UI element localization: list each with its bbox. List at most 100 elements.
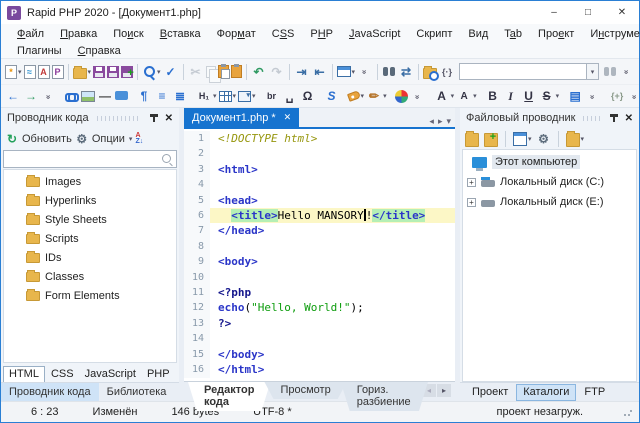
save-button[interactable] bbox=[92, 62, 106, 82]
menu-плагины[interactable]: Плагины bbox=[9, 45, 70, 57]
menu-вид[interactable]: Вид bbox=[460, 28, 496, 40]
menu-проект[interactable]: Проект bbox=[530, 28, 582, 40]
insert-paragraph-button[interactable]: ¶ bbox=[135, 86, 153, 106]
lang-tab-css[interactable]: CSS bbox=[46, 367, 79, 382]
bold-button[interactable]: B bbox=[484, 86, 502, 106]
special-character-button[interactable]: Ω bbox=[299, 86, 317, 106]
pin-icon[interactable] bbox=[609, 113, 619, 123]
menu-правка[interactable]: Правка bbox=[52, 28, 105, 40]
chevron-down-icon[interactable]: ▾ bbox=[252, 92, 256, 100]
toolbar-overflow-button[interactable] bbox=[40, 86, 58, 106]
toolbar-overflow-button[interactable] bbox=[409, 86, 427, 106]
toolbar-overflow-button[interactable] bbox=[626, 86, 640, 106]
panel-tab[interactable]: Проводник кода bbox=[1, 383, 99, 401]
font-button[interactable]: A▾ bbox=[433, 86, 456, 106]
tree-item-scripts[interactable]: Scripts bbox=[4, 229, 176, 248]
menu-файл[interactable]: Файл bbox=[9, 28, 52, 40]
tab-scroll-left-icon[interactable]: ◂ bbox=[429, 116, 434, 127]
explorer-tab-ftp[interactable]: FTP bbox=[578, 385, 611, 400]
new-php-document-button[interactable]: P bbox=[51, 62, 65, 82]
lang-tab-php[interactable]: PHP bbox=[142, 367, 175, 382]
insert-table-button[interactable]: ▾ bbox=[218, 86, 238, 106]
tab-close-icon[interactable]: ✕ bbox=[284, 112, 292, 123]
find-in-files-button[interactable] bbox=[381, 62, 397, 82]
chevron-down-icon[interactable]: ▾ bbox=[18, 68, 22, 76]
panel-tab[interactable]: Библиотека bbox=[99, 383, 175, 401]
heading-button[interactable]: H₁▾ bbox=[195, 86, 218, 106]
tree-item-hyperlinks[interactable]: Hyperlinks bbox=[4, 191, 176, 210]
new-document-button[interactable]: *▾ bbox=[4, 62, 23, 82]
insert-link-button[interactable] bbox=[64, 86, 80, 106]
view-tab--[interactable]: Просмотр bbox=[264, 382, 346, 399]
navigate-back-button[interactable]: ← bbox=[4, 86, 22, 106]
tab-scroll-right-icon[interactable]: ▸ bbox=[438, 116, 443, 127]
save-all-button[interactable] bbox=[120, 62, 134, 82]
tree-item-images[interactable]: Images bbox=[4, 172, 176, 191]
toolbar-overflow-button[interactable] bbox=[584, 86, 602, 106]
strikethrough-button[interactable]: S▾ bbox=[538, 86, 561, 106]
chevron-down-icon[interactable]: ▾ bbox=[129, 135, 133, 143]
minimize-button[interactable]: – bbox=[537, 1, 571, 24]
chevron-down-icon[interactable]: ▾ bbox=[233, 92, 237, 100]
folder-menu-button[interactable]: ▾ bbox=[565, 129, 586, 149]
address-combobox[interactable] bbox=[459, 63, 587, 80]
color-picker-button[interactable] bbox=[394, 86, 409, 106]
chevron-down-icon[interactable]: ▾ bbox=[352, 68, 356, 76]
chevron-down-icon[interactable]: ▾ bbox=[528, 135, 532, 143]
new-folder-button[interactable] bbox=[483, 129, 499, 149]
menu-tab[interactable]: Tab bbox=[496, 28, 530, 40]
chevron-down-icon[interactable]: ▾ bbox=[88, 68, 92, 76]
open-folder-button[interactable] bbox=[464, 129, 480, 149]
insert-form-button[interactable]: ▾ bbox=[237, 86, 257, 106]
pin-icon[interactable] bbox=[149, 113, 159, 123]
chevron-down-icon[interactable]: ▾ bbox=[581, 135, 585, 143]
bullet-list-button[interactable]: ≡ bbox=[153, 86, 171, 106]
maximize-button[interactable]: □ bbox=[571, 1, 605, 24]
chevron-down-icon[interactable]: ▾ bbox=[556, 92, 560, 100]
options-button[interactable]: Опции bbox=[92, 133, 125, 145]
navigate-forward-button[interactable]: → bbox=[22, 86, 40, 106]
alignment-button[interactable]: ▤ bbox=[566, 86, 584, 106]
insert-horizontal-rule-button[interactable]: — bbox=[96, 86, 114, 106]
expand-icon[interactable]: + bbox=[467, 178, 476, 187]
insert-comment-button[interactable] bbox=[114, 86, 129, 106]
numbered-list-button[interactable]: ≣ bbox=[171, 86, 189, 106]
insert-tag-button[interactable]: ▾ bbox=[347, 86, 366, 106]
replace-button[interactable]: ⇄ bbox=[397, 62, 415, 82]
chevron-down-icon[interactable]: ▾ bbox=[361, 92, 365, 100]
menu-javascript[interactable]: JavaScript bbox=[341, 28, 408, 40]
panel-close-icon[interactable]: ✕ bbox=[623, 113, 635, 124]
view-tab--[interactable]: Редактор кода bbox=[188, 382, 270, 411]
undo-button[interactable]: ↶ bbox=[250, 62, 268, 82]
find-in-folder-button[interactable] bbox=[422, 62, 438, 82]
search-input[interactable] bbox=[4, 154, 161, 165]
outdent-button[interactable]: ⇤ bbox=[311, 62, 329, 82]
menu-формат[interactable]: Формат bbox=[209, 28, 264, 40]
menu-инструменты[interactable]: Инструменты bbox=[582, 28, 640, 40]
editor-tab-document1[interactable]: Документ1.php * ✕ bbox=[184, 108, 299, 127]
tree-item-form-elements[interactable]: Form Elements bbox=[4, 286, 176, 305]
code-browser-button[interactable]: {·} bbox=[438, 62, 456, 82]
tree-item-classes[interactable]: Classes bbox=[4, 267, 176, 286]
explorer-settings-button[interactable]: ⚙ bbox=[536, 129, 552, 149]
explorer-tab-проект[interactable]: Проект bbox=[466, 385, 514, 400]
indent-button[interactable]: ⇥ bbox=[293, 62, 311, 82]
tab-list-icon[interactable]: ▾ bbox=[446, 116, 451, 127]
panel-layout-button[interactable]: ▾ bbox=[336, 62, 357, 82]
spell-check-button[interactable]: ✓ bbox=[162, 62, 180, 82]
menu-php[interactable]: PHP bbox=[302, 28, 341, 40]
explorer-tab-каталоги[interactable]: Каталоги bbox=[516, 384, 576, 401]
file-tree-item[interactable]: +Локальный диск (E:) bbox=[463, 192, 636, 212]
clipboard-viewer-button[interactable] bbox=[230, 62, 243, 82]
menu-скрипт[interactable]: Скрипт bbox=[408, 28, 460, 40]
code-snippet-button[interactable]: {+} bbox=[608, 86, 626, 106]
menu-поиск[interactable]: Поиск bbox=[105, 28, 152, 40]
menu-css[interactable]: CSS bbox=[264, 28, 303, 40]
tree-item-style-sheets[interactable]: Style Sheets bbox=[4, 210, 176, 229]
chevron-down-icon[interactable]: ▾ bbox=[213, 92, 217, 100]
lang-tab-javascript[interactable]: JavaScript bbox=[80, 367, 141, 382]
resize-grip[interactable] bbox=[623, 407, 633, 417]
sort-az-button[interactable]: AZ↓ bbox=[135, 133, 143, 145]
expand-icon[interactable]: + bbox=[467, 198, 476, 207]
insert-image-button[interactable] bbox=[80, 86, 96, 106]
